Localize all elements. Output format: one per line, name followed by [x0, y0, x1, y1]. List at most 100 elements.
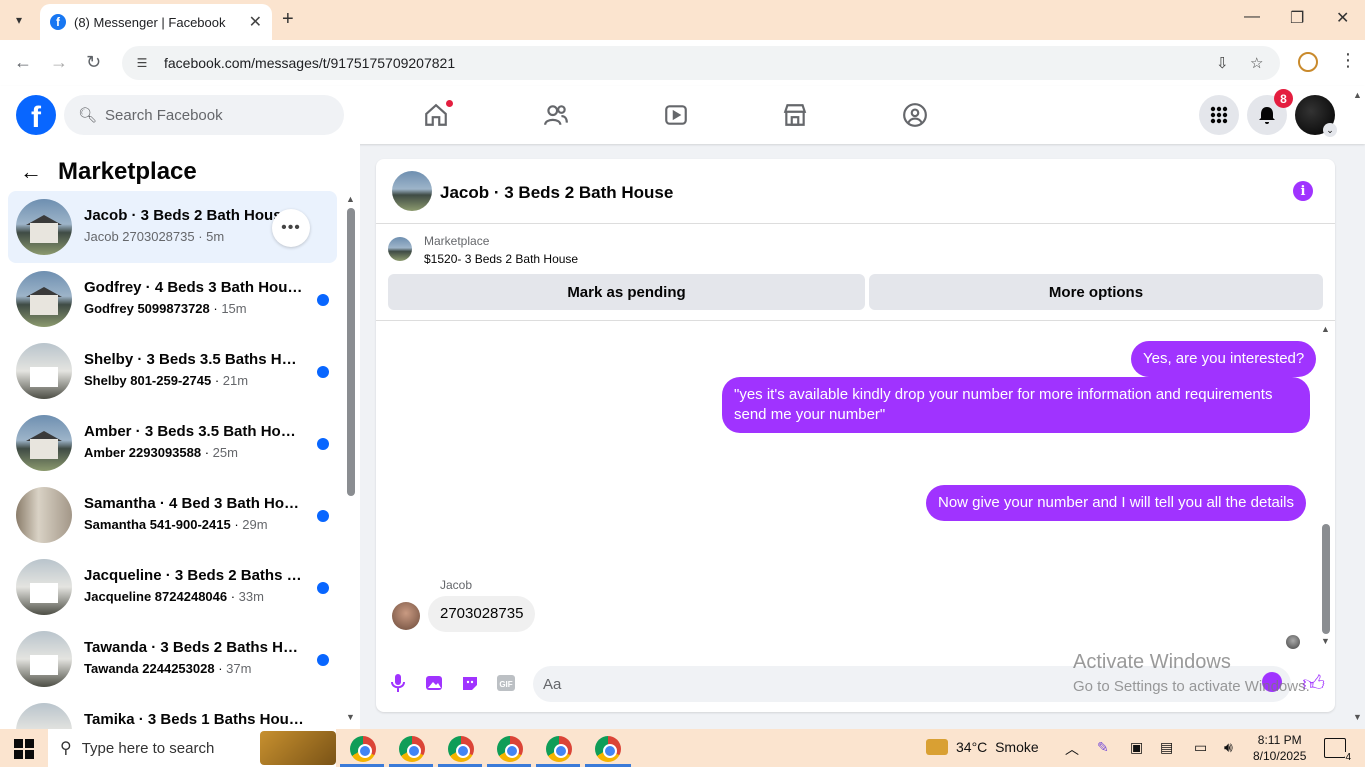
svg-text:GIF: GIF [499, 680, 512, 689]
chat-scrollbar[interactable] [1322, 524, 1330, 634]
listing-price[interactable]: $1520- 3 Beds 2 Bath House [424, 252, 578, 266]
meet-now-icon[interactable]: ▣ [1130, 739, 1143, 756]
chrome-icon[interactable] [350, 736, 376, 762]
tab-search-button[interactable]: ▾ [6, 7, 32, 33]
thumbs-up-icon[interactable]: 👍︎ [1302, 670, 1325, 697]
weather-widget[interactable]: 34°C Smoke [926, 739, 1039, 755]
marketplace-label: Marketplace [424, 234, 490, 248]
listing-thumbnail [16, 199, 72, 255]
minimize-icon[interactable]: — [1244, 8, 1260, 26]
listing-thumbnail [16, 631, 72, 687]
conversation-item[interactable]: Jacob · 3 Beds 2 Bath House Jacob 270302… [8, 191, 337, 263]
message-input[interactable] [543, 675, 1143, 693]
clock-time: 8:11 PM [1257, 733, 1302, 747]
chat-scroll-down-arrow[interactable]: ▼ [1321, 636, 1330, 646]
listing-thumbnail[interactable] [388, 237, 412, 261]
browser-menu-icon[interactable]: ⋮ [1339, 50, 1357, 71]
chevron-up-icon[interactable]: ︿ [1065, 739, 1079, 759]
bookmark-star-icon[interactable]: ☆ [1250, 54, 1263, 72]
windows-start-icon[interactable] [14, 739, 34, 759]
listing-thumbnail [16, 343, 72, 399]
conversation-item[interactable]: Samantha · 4 Bed 3 Bath House Samantha 5… [8, 479, 337, 551]
page-scroll-up-arrow[interactable]: ▲ [1353, 90, 1362, 100]
conversation-item[interactable]: Jacqueline · 3 Beds 2 Baths House Jacque… [8, 551, 337, 623]
browser-profile-icon[interactable] [1298, 52, 1318, 72]
gif-icon[interactable]: GIF [495, 672, 517, 694]
site-settings-icon[interactable]: ☰ [134, 55, 150, 71]
tab-close-icon[interactable]: ✕ [249, 12, 262, 32]
close-window-icon[interactable]: ✕ [1336, 8, 1349, 28]
conversation-item[interactable]: Amber · 3 Beds 3.5 Bath House Amber 2293… [8, 407, 337, 479]
page-scroll-down-arrow[interactable]: ▼ [1353, 712, 1362, 722]
home-nav-icon[interactable] [421, 100, 453, 130]
facebook-search[interactable]: 🔍︎ [64, 95, 344, 135]
conversation-item[interactable]: Tawanda · 3 Beds 2 Baths House Tawanda 2… [8, 623, 337, 695]
outgoing-message[interactable]: Yes, are you interested? [1131, 341, 1317, 377]
display-icon[interactable]: ▭ [1194, 739, 1207, 756]
groups-nav-icon[interactable] [900, 100, 930, 130]
new-tab-icon[interactable]: + [282, 8, 294, 31]
info-icon[interactable]: i [1293, 181, 1313, 201]
message-input-container[interactable] [533, 666, 1291, 702]
sender-avatar[interactable] [392, 602, 420, 630]
sidebar-scroll-up-arrow[interactable]: ▲ [346, 194, 355, 204]
conversation-title: Tamika · 3 Beds 1 Baths House [84, 711, 304, 728]
conversation-subtitle: Jacqueline 8724248046 · 33m [84, 589, 264, 604]
url-text[interactable]: facebook.com/messages/t/9175175709207821 [164, 55, 455, 71]
conversation-title: Godfrey · 4 Beds 3 Bath House [84, 279, 304, 296]
back-arrow-icon[interactable]: ← [20, 159, 42, 185]
mark-as-pending-button[interactable]: Mark as pending [388, 274, 865, 310]
microphone-icon[interactable] [387, 672, 409, 694]
reload-icon[interactable]: ↻ [86, 52, 101, 73]
notification-badge: 8 [1274, 89, 1293, 108]
sidebar-header: ← Marketplace [20, 158, 197, 186]
chat-avatar[interactable] [392, 171, 432, 211]
sidebar-scroll-down-arrow[interactable]: ▼ [346, 712, 355, 722]
chrome-icon[interactable] [497, 736, 523, 762]
action-center-icon[interactable]: 4 [1324, 738, 1351, 763]
more-options-button[interactable]: More options [869, 274, 1323, 310]
sidebar-scrollbar[interactable] [347, 208, 355, 496]
account-avatar[interactable]: ⌄ [1295, 95, 1337, 137]
notifications-button[interactable]: 8 [1247, 89, 1293, 135]
menu-grid-button[interactable] [1199, 95, 1239, 135]
facebook-search-input[interactable] [105, 106, 326, 124]
forward-arrow-icon[interactable]: → [50, 52, 68, 73]
volume-icon[interactable]: 🔊︎ [1224, 739, 1233, 756]
incoming-message[interactable]: 2703028735 [428, 596, 536, 632]
chat-scroll-up-arrow[interactable]: ▲ [1321, 324, 1330, 334]
chrome-icon[interactable] [595, 736, 621, 762]
unread-dot [317, 438, 329, 450]
friends-nav-icon[interactable] [541, 100, 571, 130]
back-arrow-icon[interactable]: ← [14, 52, 32, 73]
video-nav-icon[interactable] [661, 100, 691, 130]
system-clock[interactable]: 8:11 PM 8/10/2025 [1253, 732, 1306, 764]
conversation-item[interactable]: Godfrey · 4 Beds 3 Bath House Godfrey 50… [8, 263, 337, 335]
browser-tab[interactable]: f (8) Messenger | Facebook ✕ [40, 4, 272, 40]
conversation-item[interactable]: Shelby · 3 Beds 3.5 Baths House Shelby 8… [8, 335, 337, 407]
address-bar[interactable]: ☰ facebook.com/messages/t/91751757092078… [122, 46, 1280, 80]
chrome-icon[interactable] [546, 736, 572, 762]
chrome-icon[interactable] [448, 736, 474, 762]
install-app-icon[interactable]: ⇩ [1216, 54, 1229, 72]
chrome-icon[interactable] [399, 736, 425, 762]
seen-indicator-avatar [1286, 635, 1300, 649]
facebook-logo-icon[interactable]: f [16, 95, 56, 135]
chat-title[interactable]: Jacob · 3 Beds 2 Bath House [440, 183, 673, 203]
sticker-icon[interactable] [459, 672, 481, 694]
outgoing-message[interactable]: Now give your number and I will tell you… [926, 485, 1307, 521]
photo-icon[interactable] [423, 672, 445, 694]
network-icon[interactable]: ▤ [1160, 739, 1173, 756]
conversation-subtitle: Shelby 801-259-2745 · 21m [84, 373, 249, 388]
search-highlight-image[interactable] [260, 731, 336, 765]
search-icon: 🔍︎ [78, 107, 98, 124]
message-composer: GIF 👍︎ [376, 659, 1335, 712]
listing-thumbnail [16, 271, 72, 327]
conversation-more-button[interactable]: ••• [272, 209, 310, 247]
outgoing-message[interactable]: "yes it's available kindly drop your num… [722, 377, 1310, 433]
restore-icon[interactable]: ❐ [1290, 8, 1304, 28]
emoji-icon[interactable] [1262, 672, 1282, 692]
marketplace-nav-icon[interactable] [780, 100, 810, 130]
pen-icon[interactable]: ✎ [1097, 739, 1109, 756]
grid-icon [1210, 106, 1228, 124]
